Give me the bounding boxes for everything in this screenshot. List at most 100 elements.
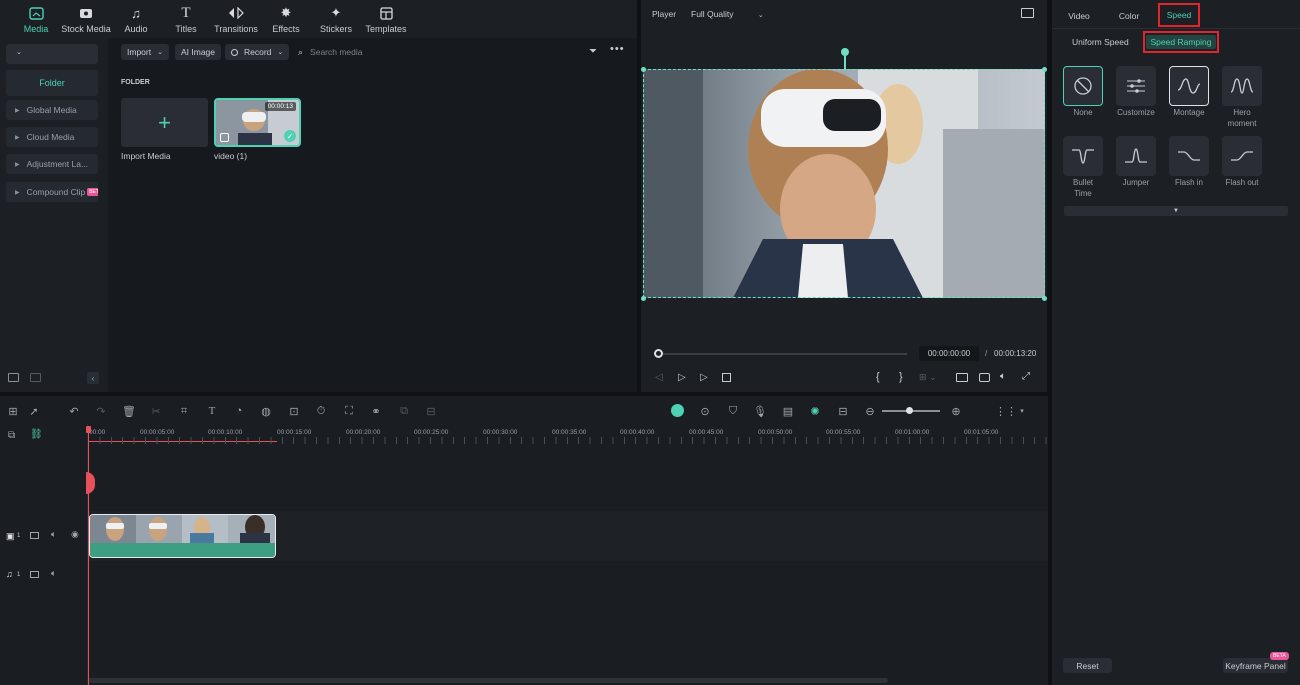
search-media[interactable]: ⌕ Search media — [298, 44, 363, 60]
tab-color[interactable]: Color — [1112, 6, 1146, 26]
video-thumbnail[interactable]: 00:00:13 ✓ — [214, 98, 301, 147]
previous-frame-icon[interactable]: ◁ — [655, 372, 663, 383]
folder-icon[interactable] — [30, 532, 39, 539]
tab-speed[interactable]: Speed — [1158, 3, 1200, 27]
nav-effects[interactable]: ✸ Effects — [261, 0, 311, 38]
resize-handle[interactable] — [1042, 67, 1047, 72]
crop-icon[interactable]: ⌗ — [177, 404, 191, 418]
preset-customize[interactable] — [1116, 66, 1156, 106]
play-icon[interactable]: ▷ — [700, 372, 708, 383]
zoom-out-icon[interactable]: ⊖ — [863, 404, 877, 418]
playback-scrubber[interactable] — [654, 349, 663, 358]
voiceover-icon[interactable]: ▤ — [781, 404, 795, 418]
volume-icon[interactable]: 🔈︎ — [51, 529, 56, 540]
keyframe-panel-button[interactable]: Keyframe Panel — [1223, 658, 1288, 673]
sidebar-collapse-dropdown[interactable]: ⌄ — [6, 44, 98, 64]
nav-stickers[interactable]: ✦ Stickers — [311, 0, 361, 38]
undo-icon[interactable]: ↶ — [67, 404, 81, 418]
more-options-icon[interactable]: ••• — [610, 43, 625, 55]
track-layout-icon[interactable]: ⋮⋮ — [995, 404, 1017, 418]
preset-hero-moment[interactable] — [1222, 66, 1262, 106]
select-tool-icon[interactable]: ➚ — [27, 404, 41, 418]
tab-video[interactable]: Video — [1062, 6, 1096, 26]
group-icon[interactable]: ⧉ — [397, 404, 411, 418]
split-icon[interactable]: ✂ — [149, 404, 163, 418]
text-tool-icon[interactable]: T — [205, 404, 219, 418]
subtab-speed-ramping[interactable]: Speed Ramping — [1143, 31, 1219, 53]
resize-handle[interactable] — [641, 67, 646, 72]
eye-icon[interactable]: ◉ — [71, 529, 79, 540]
display-icon[interactable] — [956, 373, 968, 382]
mark-in-icon[interactable]: { — [876, 371, 880, 383]
nav-titles[interactable]: T Titles — [161, 0, 211, 38]
layout-grid-icon[interactable]: ⊞ — [6, 404, 20, 418]
record-dropdown[interactable]: Record ⌄ — [225, 44, 290, 60]
fullscreen-icon[interactable]: ⤢ — [1022, 371, 1030, 382]
video-clip[interactable] — [89, 514, 276, 558]
timeline-scrollbar[interactable] — [88, 678, 888, 683]
filter-icon[interactable]: ⏷ — [589, 46, 601, 58]
chevron-down-icon[interactable]: ▾ — [1015, 404, 1029, 418]
microphone-icon[interactable]: 🎙︎ — [753, 404, 767, 418]
nav-templates[interactable]: Templates — [361, 0, 411, 38]
mark-out-icon[interactable]: } — [899, 371, 903, 383]
reset-button[interactable]: Reset — [1063, 658, 1112, 673]
folder-icon[interactable] — [30, 571, 39, 578]
folder-icon[interactable] — [30, 373, 41, 382]
quality-dropdown[interactable]: Full Quality ⌄ — [691, 9, 764, 19]
playback-progress-track[interactable] — [657, 353, 907, 355]
sidebar-item-global-media[interactable]: ▶ Global Media — [6, 100, 98, 120]
mask-icon[interactable]: ⚭ — [369, 404, 383, 418]
ai-sparkle-icon[interactable]: ✺ — [808, 404, 822, 418]
color-icon[interactable]: ◍ — [259, 404, 273, 418]
expand-presets-button[interactable]: ▼ — [1064, 206, 1288, 216]
ai-image-button[interactable]: AI Image — [175, 44, 222, 60]
snapshot-image-icon[interactable] — [1021, 8, 1034, 18]
rotate-handle[interactable] — [841, 48, 849, 56]
speed-icon[interactable]: ◔ — [232, 404, 246, 418]
import-dropdown[interactable]: Import ⌄ — [121, 44, 169, 60]
volume-icon[interactable]: 🔈︎ — [51, 568, 56, 579]
sidebar-item-cloud-media[interactable]: ▶ Cloud Media — [6, 127, 98, 147]
stop-icon[interactable] — [722, 373, 731, 382]
fit-icon[interactable]: ⛶ — [342, 404, 356, 418]
add-track-icon[interactable]: ⧉ — [8, 430, 15, 441]
subtab-uniform-speed[interactable]: Uniform Speed — [1072, 37, 1129, 47]
zoom-in-icon[interactable]: ⊕ — [949, 404, 963, 418]
timeline-ruler[interactable]: 00:00 00:00:05:00 00:00:10:00 00:00:15:0… — [88, 424, 1048, 444]
zoom-slider-thumb[interactable] — [906, 407, 913, 414]
collapse-sidebar-button[interactable]: ‹ — [87, 372, 99, 384]
snap-icon[interactable]: ⊙ — [698, 404, 712, 418]
sidebar-folder[interactable]: Folder — [6, 70, 98, 96]
new-folder-icon[interactable] — [8, 373, 19, 382]
link-icon[interactable]: ⛓︎ — [30, 429, 43, 440]
preset-montage[interactable] — [1169, 66, 1209, 106]
nav-media[interactable]: Media — [11, 0, 61, 38]
redo-icon[interactable]: ↷ — [94, 404, 108, 418]
volume-icon[interactable]: 🔈︎ — [1000, 371, 1006, 382]
delete-icon[interactable]: 🗑︎ — [122, 404, 136, 418]
resize-handle[interactable] — [1042, 296, 1047, 301]
camera-icon[interactable] — [979, 373, 990, 382]
more-tools-icon[interactable]: ⊟ — [424, 404, 438, 418]
preset-none[interactable] — [1063, 66, 1103, 106]
render-preview-icon[interactable] — [671, 404, 684, 417]
sidebar-item-adjustment-layer[interactable]: ▶ Adjustment La... — [6, 154, 98, 174]
timer-icon[interactable]: ⏱︎ — [314, 404, 328, 418]
nav-stock-media[interactable]: Stock Media — [61, 0, 111, 38]
ai-icon[interactable]: ⊡ — [287, 404, 301, 418]
clip-marker-icon[interactable]: ⊞ ⌄ — [919, 372, 937, 383]
playhead-handle[interactable] — [86, 426, 91, 433]
preset-flash-in[interactable] — [1169, 136, 1209, 176]
sidebar-item-compound-clip[interactable]: ▶ Compound Clip BETA — [6, 182, 98, 202]
play-frame-icon[interactable]: ▷ — [678, 372, 686, 383]
import-media-tile[interactable]: + — [121, 98, 208, 147]
preset-flash-out[interactable] — [1222, 136, 1262, 176]
search-input[interactable]: Search media — [310, 47, 362, 57]
audio-track-lane[interactable] — [88, 561, 1048, 591]
current-time-box[interactable]: 00:00:00:00 — [919, 346, 979, 361]
video-preview[interactable] — [643, 69, 1045, 298]
nav-transitions[interactable]: Transitions — [211, 0, 261, 38]
preset-jumper[interactable] — [1116, 136, 1156, 176]
resize-handle[interactable] — [641, 296, 646, 301]
